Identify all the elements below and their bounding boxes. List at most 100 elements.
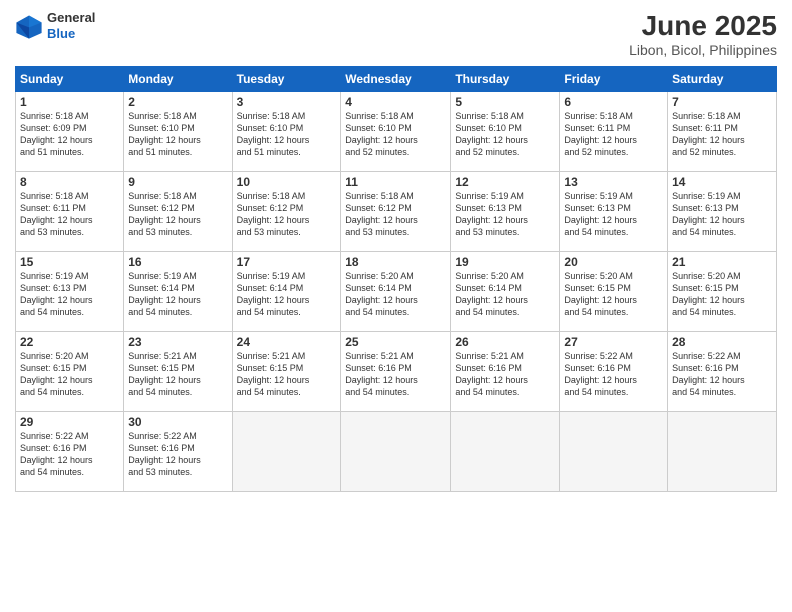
day-number: 28 bbox=[672, 335, 772, 349]
day-number: 4 bbox=[345, 95, 446, 109]
day-number: 18 bbox=[345, 255, 446, 269]
day-info: Sunrise: 5:19 AMSunset: 6:13 PMDaylight:… bbox=[20, 270, 119, 319]
day-info: Sunrise: 5:18 AMSunset: 6:10 PMDaylight:… bbox=[128, 110, 227, 159]
day-info: Sunrise: 5:21 AMSunset: 6:16 PMDaylight:… bbox=[455, 350, 555, 399]
day-number: 16 bbox=[128, 255, 227, 269]
day-info: Sunrise: 5:20 AMSunset: 6:15 PMDaylight:… bbox=[20, 350, 119, 399]
page: General Blue June 2025 Libon, Bicol, Phi… bbox=[0, 0, 792, 612]
calendar-week-5: 29Sunrise: 5:22 AMSunset: 6:16 PMDayligh… bbox=[16, 412, 777, 492]
day-number: 15 bbox=[20, 255, 119, 269]
logo-blue: Blue bbox=[47, 26, 95, 42]
day-cell-3: 3Sunrise: 5:18 AMSunset: 6:10 PMDaylight… bbox=[232, 92, 341, 172]
day-number: 13 bbox=[564, 175, 663, 189]
day-info: Sunrise: 5:22 AMSunset: 6:16 PMDaylight:… bbox=[672, 350, 772, 399]
day-cell-12: 12Sunrise: 5:19 AMSunset: 6:13 PMDayligh… bbox=[451, 172, 560, 252]
day-number: 3 bbox=[237, 95, 337, 109]
day-info: Sunrise: 5:18 AMSunset: 6:11 PMDaylight:… bbox=[20, 190, 119, 239]
day-info: Sunrise: 5:19 AMSunset: 6:14 PMDaylight:… bbox=[128, 270, 227, 319]
header-friday: Friday bbox=[560, 67, 668, 92]
header-wednesday: Wednesday bbox=[341, 67, 451, 92]
logo-icon bbox=[15, 12, 43, 40]
calendar-week-3: 15Sunrise: 5:19 AMSunset: 6:13 PMDayligh… bbox=[16, 252, 777, 332]
day-cell-20: 20Sunrise: 5:20 AMSunset: 6:15 PMDayligh… bbox=[560, 252, 668, 332]
day-cell-4: 4Sunrise: 5:18 AMSunset: 6:10 PMDaylight… bbox=[341, 92, 451, 172]
header-monday: Monday bbox=[124, 67, 232, 92]
day-cell-26: 26Sunrise: 5:21 AMSunset: 6:16 PMDayligh… bbox=[451, 332, 560, 412]
day-number: 12 bbox=[455, 175, 555, 189]
day-cell-15: 15Sunrise: 5:19 AMSunset: 6:13 PMDayligh… bbox=[16, 252, 124, 332]
day-cell-29: 29Sunrise: 5:22 AMSunset: 6:16 PMDayligh… bbox=[16, 412, 124, 492]
day-number: 1 bbox=[20, 95, 119, 109]
day-info: Sunrise: 5:20 AMSunset: 6:15 PMDaylight:… bbox=[672, 270, 772, 319]
day-info: Sunrise: 5:18 AMSunset: 6:12 PMDaylight:… bbox=[237, 190, 337, 239]
day-number: 23 bbox=[128, 335, 227, 349]
day-info: Sunrise: 5:21 AMSunset: 6:15 PMDaylight:… bbox=[128, 350, 227, 399]
day-info: Sunrise: 5:20 AMSunset: 6:15 PMDaylight:… bbox=[564, 270, 663, 319]
day-info: Sunrise: 5:18 AMSunset: 6:09 PMDaylight:… bbox=[20, 110, 119, 159]
day-cell-8: 8Sunrise: 5:18 AMSunset: 6:11 PMDaylight… bbox=[16, 172, 124, 252]
day-info: Sunrise: 5:18 AMSunset: 6:12 PMDaylight:… bbox=[128, 190, 227, 239]
day-info: Sunrise: 5:21 AMSunset: 6:15 PMDaylight:… bbox=[237, 350, 337, 399]
empty-cell bbox=[668, 412, 777, 492]
day-info: Sunrise: 5:18 AMSunset: 6:11 PMDaylight:… bbox=[672, 110, 772, 159]
logo-text: General Blue bbox=[47, 10, 95, 41]
header: General Blue June 2025 Libon, Bicol, Phi… bbox=[15, 10, 777, 58]
day-info: Sunrise: 5:18 AMSunset: 6:11 PMDaylight:… bbox=[564, 110, 663, 159]
empty-cell bbox=[232, 412, 341, 492]
subtitle: Libon, Bicol, Philippines bbox=[629, 42, 777, 58]
day-info: Sunrise: 5:18 AMSunset: 6:10 PMDaylight:… bbox=[345, 110, 446, 159]
day-number: 5 bbox=[455, 95, 555, 109]
day-info: Sunrise: 5:19 AMSunset: 6:14 PMDaylight:… bbox=[237, 270, 337, 319]
main-title: June 2025 bbox=[629, 10, 777, 42]
empty-cell bbox=[341, 412, 451, 492]
day-cell-7: 7Sunrise: 5:18 AMSunset: 6:11 PMDaylight… bbox=[668, 92, 777, 172]
calendar-week-2: 8Sunrise: 5:18 AMSunset: 6:11 PMDaylight… bbox=[16, 172, 777, 252]
weekday-header-row: Sunday Monday Tuesday Wednesday Thursday… bbox=[16, 67, 777, 92]
day-cell-9: 9Sunrise: 5:18 AMSunset: 6:12 PMDaylight… bbox=[124, 172, 232, 252]
title-block: June 2025 Libon, Bicol, Philippines bbox=[629, 10, 777, 58]
day-cell-2: 2Sunrise: 5:18 AMSunset: 6:10 PMDaylight… bbox=[124, 92, 232, 172]
day-number: 6 bbox=[564, 95, 663, 109]
logo-general: General bbox=[47, 10, 95, 26]
day-cell-10: 10Sunrise: 5:18 AMSunset: 6:12 PMDayligh… bbox=[232, 172, 341, 252]
day-number: 25 bbox=[345, 335, 446, 349]
day-number: 19 bbox=[455, 255, 555, 269]
day-number: 9 bbox=[128, 175, 227, 189]
day-cell-6: 6Sunrise: 5:18 AMSunset: 6:11 PMDaylight… bbox=[560, 92, 668, 172]
header-thursday: Thursday bbox=[451, 67, 560, 92]
header-saturday: Saturday bbox=[668, 67, 777, 92]
day-info: Sunrise: 5:22 AMSunset: 6:16 PMDaylight:… bbox=[564, 350, 663, 399]
day-cell-25: 25Sunrise: 5:21 AMSunset: 6:16 PMDayligh… bbox=[341, 332, 451, 412]
header-sunday: Sunday bbox=[16, 67, 124, 92]
day-cell-1: 1Sunrise: 5:18 AMSunset: 6:09 PMDaylight… bbox=[16, 92, 124, 172]
logo: General Blue bbox=[15, 10, 95, 41]
day-cell-5: 5Sunrise: 5:18 AMSunset: 6:10 PMDaylight… bbox=[451, 92, 560, 172]
day-cell-27: 27Sunrise: 5:22 AMSunset: 6:16 PMDayligh… bbox=[560, 332, 668, 412]
day-cell-16: 16Sunrise: 5:19 AMSunset: 6:14 PMDayligh… bbox=[124, 252, 232, 332]
calendar-week-1: 1Sunrise: 5:18 AMSunset: 6:09 PMDaylight… bbox=[16, 92, 777, 172]
day-number: 17 bbox=[237, 255, 337, 269]
day-number: 14 bbox=[672, 175, 772, 189]
header-tuesday: Tuesday bbox=[232, 67, 341, 92]
day-number: 7 bbox=[672, 95, 772, 109]
day-number: 29 bbox=[20, 415, 119, 429]
day-cell-11: 11Sunrise: 5:18 AMSunset: 6:12 PMDayligh… bbox=[341, 172, 451, 252]
day-number: 24 bbox=[237, 335, 337, 349]
day-cell-14: 14Sunrise: 5:19 AMSunset: 6:13 PMDayligh… bbox=[668, 172, 777, 252]
calendar-week-4: 22Sunrise: 5:20 AMSunset: 6:15 PMDayligh… bbox=[16, 332, 777, 412]
calendar: Sunday Monday Tuesday Wednesday Thursday… bbox=[15, 66, 777, 492]
day-cell-28: 28Sunrise: 5:22 AMSunset: 6:16 PMDayligh… bbox=[668, 332, 777, 412]
day-number: 21 bbox=[672, 255, 772, 269]
day-info: Sunrise: 5:19 AMSunset: 6:13 PMDaylight:… bbox=[455, 190, 555, 239]
day-cell-18: 18Sunrise: 5:20 AMSunset: 6:14 PMDayligh… bbox=[341, 252, 451, 332]
day-cell-19: 19Sunrise: 5:20 AMSunset: 6:14 PMDayligh… bbox=[451, 252, 560, 332]
day-info: Sunrise: 5:18 AMSunset: 6:10 PMDaylight:… bbox=[455, 110, 555, 159]
day-info: Sunrise: 5:20 AMSunset: 6:14 PMDaylight:… bbox=[345, 270, 446, 319]
empty-cell bbox=[451, 412, 560, 492]
day-cell-30: 30Sunrise: 5:22 AMSunset: 6:16 PMDayligh… bbox=[124, 412, 232, 492]
day-cell-22: 22Sunrise: 5:20 AMSunset: 6:15 PMDayligh… bbox=[16, 332, 124, 412]
day-cell-13: 13Sunrise: 5:19 AMSunset: 6:13 PMDayligh… bbox=[560, 172, 668, 252]
day-number: 2 bbox=[128, 95, 227, 109]
day-number: 11 bbox=[345, 175, 446, 189]
day-number: 22 bbox=[20, 335, 119, 349]
